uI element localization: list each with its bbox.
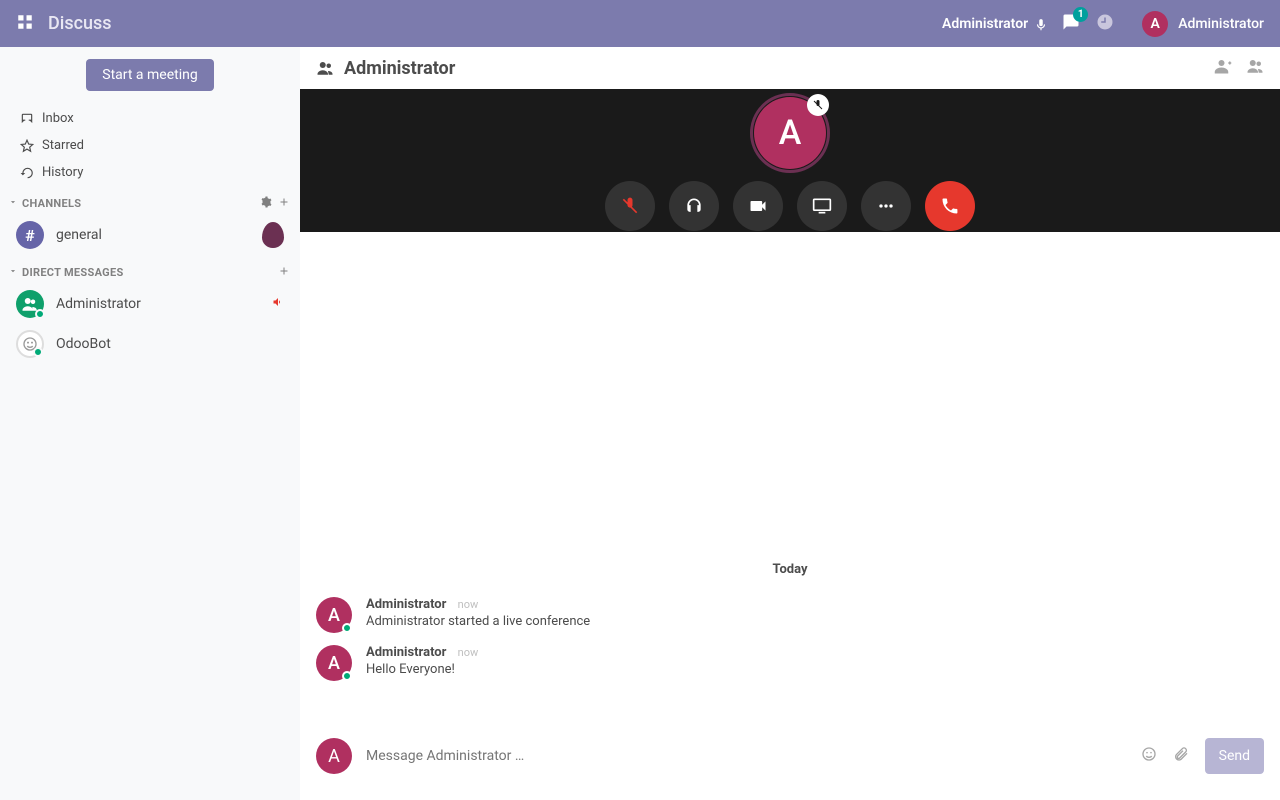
messaging-badge: 1 bbox=[1073, 7, 1088, 22]
username-label: Administrator bbox=[1178, 16, 1264, 32]
hash-icon: # bbox=[16, 221, 44, 249]
dm-label: DIRECT MESSAGES bbox=[22, 266, 278, 279]
channels-header[interactable]: CHANNELS bbox=[0, 186, 300, 215]
sidebar-label: History bbox=[42, 165, 83, 180]
star-icon bbox=[20, 139, 34, 153]
messages-area: Today A Administrator now Administrator … bbox=[300, 232, 1280, 726]
chevron-down-icon bbox=[8, 197, 18, 210]
voice-user-label: Administrator bbox=[942, 16, 1028, 32]
message-avatar: A bbox=[316, 645, 352, 681]
dm-name: Administrator bbox=[56, 296, 141, 312]
message-input[interactable] bbox=[366, 748, 1127, 764]
sidebar-item-starred[interactable]: Starred bbox=[0, 132, 300, 159]
share-screen-button[interactable] bbox=[797, 181, 847, 231]
channel-item-general[interactable]: # general bbox=[0, 215, 300, 255]
add-dm-icon[interactable] bbox=[278, 265, 290, 280]
inbox-icon bbox=[20, 112, 34, 126]
group-icon bbox=[316, 59, 334, 77]
message-text: Hello Everyone! bbox=[366, 662, 478, 677]
message-time: now bbox=[458, 598, 479, 611]
gear-icon[interactable] bbox=[260, 196, 272, 211]
message-author: Administrator bbox=[366, 645, 446, 660]
channels-label: CHANNELS bbox=[22, 197, 260, 210]
user-avatar: A bbox=[1142, 11, 1168, 37]
sidebar-item-inbox[interactable]: Inbox bbox=[0, 105, 300, 132]
toggle-camera-button[interactable] bbox=[733, 181, 783, 231]
start-meeting-button[interactable]: Start a meeting bbox=[86, 59, 213, 91]
more-options-button[interactable] bbox=[861, 181, 911, 231]
thread-title: Administrator bbox=[344, 58, 1214, 79]
hangup-button[interactable] bbox=[925, 181, 975, 231]
chevron-down-icon bbox=[8, 266, 18, 279]
call-participant: A bbox=[754, 97, 826, 169]
message-item[interactable]: A Administrator now Administrator starte… bbox=[316, 591, 1264, 639]
message-avatar: A bbox=[316, 597, 352, 633]
user-menu[interactable]: A Administrator bbox=[1142, 11, 1264, 37]
toggle-mic-button[interactable] bbox=[605, 181, 655, 231]
call-controls bbox=[605, 181, 975, 231]
apps-icon[interactable] bbox=[16, 13, 34, 35]
muted-indicator-icon bbox=[807, 94, 829, 116]
add-channel-icon[interactable] bbox=[278, 196, 290, 211]
attachment-icon[interactable] bbox=[1173, 746, 1189, 766]
dm-item-administrator[interactable]: Administrator bbox=[0, 284, 300, 324]
thread: Administrator A bbox=[300, 47, 1280, 800]
add-user-icon[interactable] bbox=[1214, 57, 1232, 79]
sidebar-label: Inbox bbox=[42, 111, 74, 126]
history-icon bbox=[20, 166, 34, 180]
dm-avatar bbox=[16, 290, 44, 318]
call-panel: A bbox=[300, 89, 1280, 232]
sidebar-label: Starred bbox=[42, 138, 84, 153]
app-brand[interactable]: Discuss bbox=[48, 13, 112, 34]
dm-name: OdooBot bbox=[56, 336, 111, 352]
toggle-deafen-button[interactable] bbox=[669, 181, 719, 231]
channel-indicator bbox=[262, 222, 284, 248]
message-time: now bbox=[458, 646, 479, 659]
emoji-icon[interactable] bbox=[1141, 746, 1157, 766]
dm-avatar bbox=[16, 330, 44, 358]
send-button[interactable]: Send bbox=[1205, 738, 1264, 774]
message-author: Administrator bbox=[366, 597, 446, 612]
message-item[interactable]: A Administrator now Hello Everyone! bbox=[316, 639, 1264, 687]
mic-icon[interactable] bbox=[1034, 14, 1048, 33]
sidebar-item-history[interactable]: History bbox=[0, 159, 300, 186]
day-separator: Today bbox=[316, 562, 1264, 577]
composer-avatar: A bbox=[316, 738, 352, 774]
thread-header: Administrator bbox=[300, 47, 1280, 89]
dm-item-odoobot[interactable]: OdooBot bbox=[0, 324, 300, 364]
composer: A Send bbox=[300, 726, 1280, 800]
sidebar: Start a meeting Inbox Starred History CH… bbox=[0, 47, 300, 800]
message-text: Administrator started a live conference bbox=[366, 614, 590, 629]
dm-header[interactable]: DIRECT MESSAGES bbox=[0, 255, 300, 284]
navbar: Discuss Administrator 1 A Administrator bbox=[0, 0, 1280, 47]
speaker-icon bbox=[272, 296, 284, 312]
channel-name: general bbox=[56, 227, 102, 243]
members-icon[interactable] bbox=[1246, 57, 1264, 79]
activity-icon[interactable] bbox=[1096, 13, 1114, 35]
messaging-icon[interactable]: 1 bbox=[1062, 13, 1080, 35]
